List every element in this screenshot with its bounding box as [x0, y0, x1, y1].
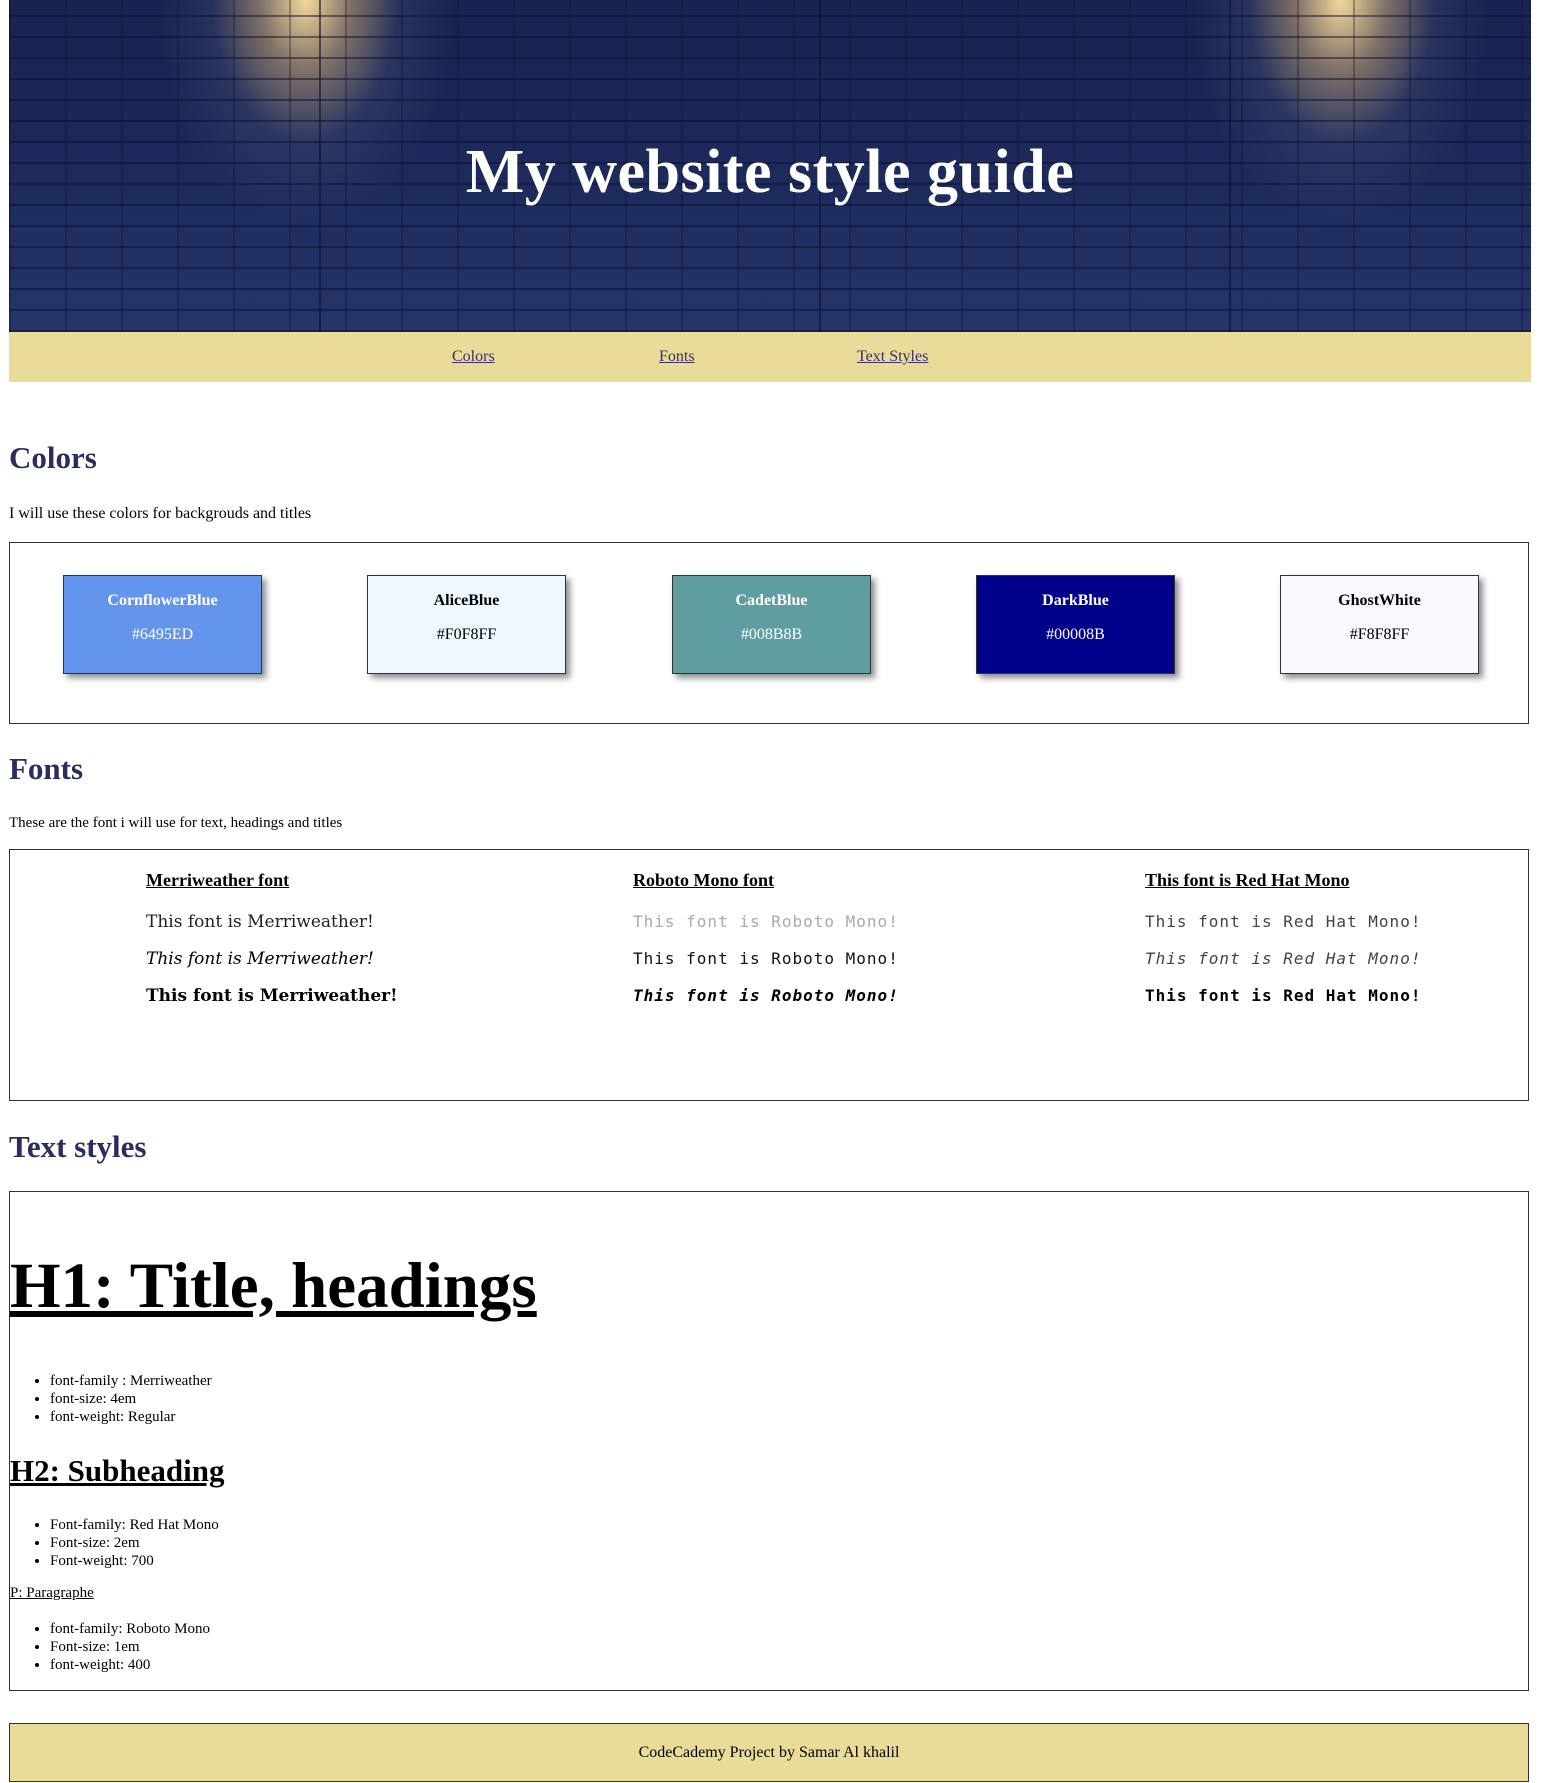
swatch-name: DarkBlue — [1042, 592, 1109, 609]
swatch-cornflowerblue: CornflowerBlue #6495ED — [63, 575, 262, 674]
page: My website style guide Colors Fonts Text… — [0, 0, 1555, 1783]
list-item: Font-family: Red Hat Mono — [50, 1516, 219, 1534]
swatch-name: AliceBlue — [433, 592, 500, 609]
list-item: Font-size: 2em — [50, 1534, 219, 1552]
hero-banner: My website style guide — [9, 0, 1531, 332]
p-sample: P: Paragraphe — [10, 1585, 94, 1601]
swatch-name: GhostWhite — [1338, 592, 1421, 609]
h2-spec-list: Font-family: Red Hat Mono Font-size: 2em… — [10, 1516, 219, 1570]
font-sample-italic: This font is Red Hat Mono! — [1145, 949, 1422, 968]
swatch-aliceblue: AliceBlue #F0F8FF — [367, 575, 566, 674]
font-sample-bold: This font is Merriweather! — [146, 986, 398, 1006]
h1-sample: H1: Title, headings — [10, 1250, 537, 1322]
nav-link-text-styles[interactable]: Text Styles — [857, 348, 928, 366]
font-column-merriweather: Merriweather font This font is Merriweat… — [146, 870, 398, 1021]
font-sample-regular: This font is Roboto Mono! — [633, 949, 899, 968]
color-swatches-box: CornflowerBlue #6495ED AliceBlue #F0F8FF… — [9, 542, 1529, 724]
swatch-hex: #F8F8FF — [1349, 626, 1410, 643]
swatch-hex: #008B8B — [740, 626, 803, 643]
h1-spec-list: font-family : Merriweather font-size: 4e… — [10, 1372, 212, 1426]
list-item: Font-weight: 700 — [50, 1552, 219, 1570]
font-column-red-hat-mono: This font is Red Hat Mono This font is R… — [1145, 870, 1421, 1021]
font-sample-bold-italic: This font is Roboto Mono! — [633, 986, 899, 1005]
swatch-name: CornflowerBlue — [107, 592, 218, 609]
list-item: font-size: 4em — [50, 1390, 212, 1408]
p-spec-list: font-family: Roboto Mono Font-size: 1em … — [10, 1620, 210, 1674]
list-item: Font-size: 1em — [50, 1638, 210, 1656]
swatch-name: CadetBlue — [735, 592, 808, 609]
font-column-heading: This font is Red Hat Mono — [1145, 870, 1350, 890]
swatch-cadetblue: CadetBlue #008B8B — [672, 575, 871, 674]
swatch-hex: #00008B — [1046, 626, 1105, 643]
swatch-hex: #F0F8FF — [436, 626, 497, 643]
footer: CodeCademy Project by Samar Al khalil — [9, 1723, 1529, 1782]
nav-link-colors[interactable]: Colors — [452, 348, 495, 366]
list-item: font-weight: Regular — [50, 1408, 212, 1426]
h2-sample: H2: Subheading — [10, 1453, 225, 1488]
swatch-ghostwhite: GhostWhite #F8F8FF — [1280, 575, 1479, 674]
font-column-heading: Roboto Mono font — [633, 870, 775, 890]
text-styles-box: H1: Title, headings font-family : Merriw… — [9, 1191, 1529, 1691]
font-sample-italic: This font is Merriweather! — [146, 949, 374, 969]
list-item: font-family: Roboto Mono — [50, 1620, 210, 1638]
footer-credit: CodeCademy Project by Samar Al khalil — [638, 1744, 900, 1761]
top-nav: Colors Fonts Text Styles — [9, 332, 1531, 382]
swatch-darkblue: DarkBlue #00008B — [976, 575, 1175, 674]
font-sample-bold: This font is Red Hat Mono! — [1145, 986, 1422, 1005]
colors-description: I will use these colors for backgrouds a… — [9, 505, 312, 522]
list-item: font-weight: 400 — [50, 1656, 210, 1674]
font-sample-light: This font is Roboto Mono! — [633, 912, 899, 931]
list-item: font-family : Merriweather — [50, 1372, 212, 1390]
colors-heading: Colors — [9, 440, 97, 475]
fonts-heading: Fonts — [9, 751, 84, 786]
text-styles-heading: Text styles — [9, 1129, 147, 1164]
font-column-heading: Merriweather font — [146, 870, 290, 890]
page-title: My website style guide — [465, 138, 1075, 206]
swatch-hex: #6495ED — [131, 626, 194, 643]
font-sample-regular: This font is Red Hat Mono! — [1145, 912, 1422, 931]
fonts-description: These are the font i will use for text, … — [9, 815, 343, 831]
font-sample-regular: This font is Merriweather! — [146, 912, 374, 932]
nav-link-fonts[interactable]: Fonts — [659, 348, 695, 366]
fonts-box: Merriweather font This font is Merriweat… — [9, 849, 1529, 1101]
font-column-roboto-mono: Roboto Mono font This font is Roboto Mon… — [633, 870, 899, 1021]
